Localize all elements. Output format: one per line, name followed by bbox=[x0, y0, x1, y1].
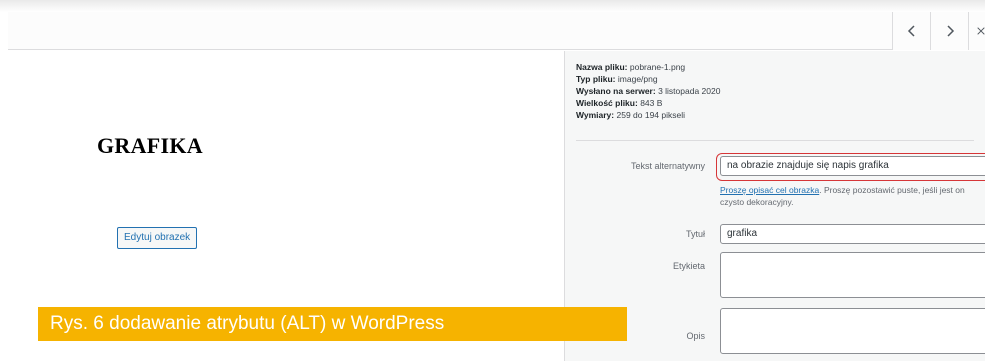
uploaded-row: Wysłano na serwer: 3 listopada 2020 bbox=[576, 85, 720, 97]
top-shadow bbox=[0, 0, 985, 12]
file-name-value: pobrane-1.png bbox=[629, 62, 686, 72]
title-input[interactable]: grafika bbox=[720, 224, 985, 244]
uploaded-label: Wysłano na serwer: bbox=[576, 86, 656, 96]
description-textarea[interactable] bbox=[720, 308, 985, 354]
chevron-right-icon bbox=[946, 25, 954, 37]
chevron-left-icon bbox=[907, 25, 915, 37]
file-size-row: Wielkość pliku: 843 B bbox=[576, 97, 720, 109]
next-button[interactable] bbox=[930, 12, 968, 50]
file-size-label: Wielkość pliku: bbox=[576, 98, 638, 108]
figure-caption-banner: Rys. 6 dodawanie atrybutu (ALT) w WordPr… bbox=[38, 307, 627, 341]
file-details: Nazwa pliku: pobrane-1.png Typ pliku: im… bbox=[576, 61, 720, 121]
caption-textarea[interactable] bbox=[720, 252, 985, 298]
modal-header bbox=[8, 12, 985, 50]
close-icon bbox=[977, 27, 985, 35]
uploaded-value: 3 listopada 2020 bbox=[658, 86, 721, 96]
alt-text-label: Tekst alternatywny bbox=[630, 161, 705, 171]
close-button[interactable] bbox=[968, 12, 985, 50]
dimensions-row: Wymiary: 259 do 194 pikseli bbox=[576, 109, 720, 121]
attachment-details-pane: Nazwa pliku: pobrane-1.png Typ pliku: im… bbox=[564, 51, 985, 361]
alt-text-input[interactable]: na obrazie znajduje się napis grafika bbox=[720, 156, 985, 176]
alt-text-help-link[interactable]: Proszę opisać cel obrazka bbox=[720, 185, 819, 195]
file-type-label: Typ pliku: bbox=[576, 74, 616, 84]
title-label: Tytuł bbox=[685, 229, 705, 239]
dimensions-value: 259 do 194 pikseli bbox=[616, 110, 686, 120]
file-size-value: 843 B bbox=[640, 98, 663, 108]
details-divider bbox=[576, 140, 974, 141]
file-name-label: Nazwa pliku: bbox=[576, 62, 628, 72]
preview-image-text: GRAFIKA bbox=[97, 133, 203, 158]
caption-field-label: Etykieta bbox=[672, 261, 705, 271]
dimensions-label: Wymiary: bbox=[576, 110, 615, 120]
file-name-row: Nazwa pliku: pobrane-1.png bbox=[576, 61, 720, 73]
alt-text-help: Proszę opisać cel obrazka. Proszę pozost… bbox=[720, 184, 982, 208]
edit-image-button[interactable]: Edytuj obrazek bbox=[117, 227, 198, 249]
file-type-value: image/png bbox=[617, 74, 658, 84]
file-type-row: Typ pliku: image/png bbox=[576, 73, 720, 85]
previous-button[interactable] bbox=[892, 12, 930, 50]
